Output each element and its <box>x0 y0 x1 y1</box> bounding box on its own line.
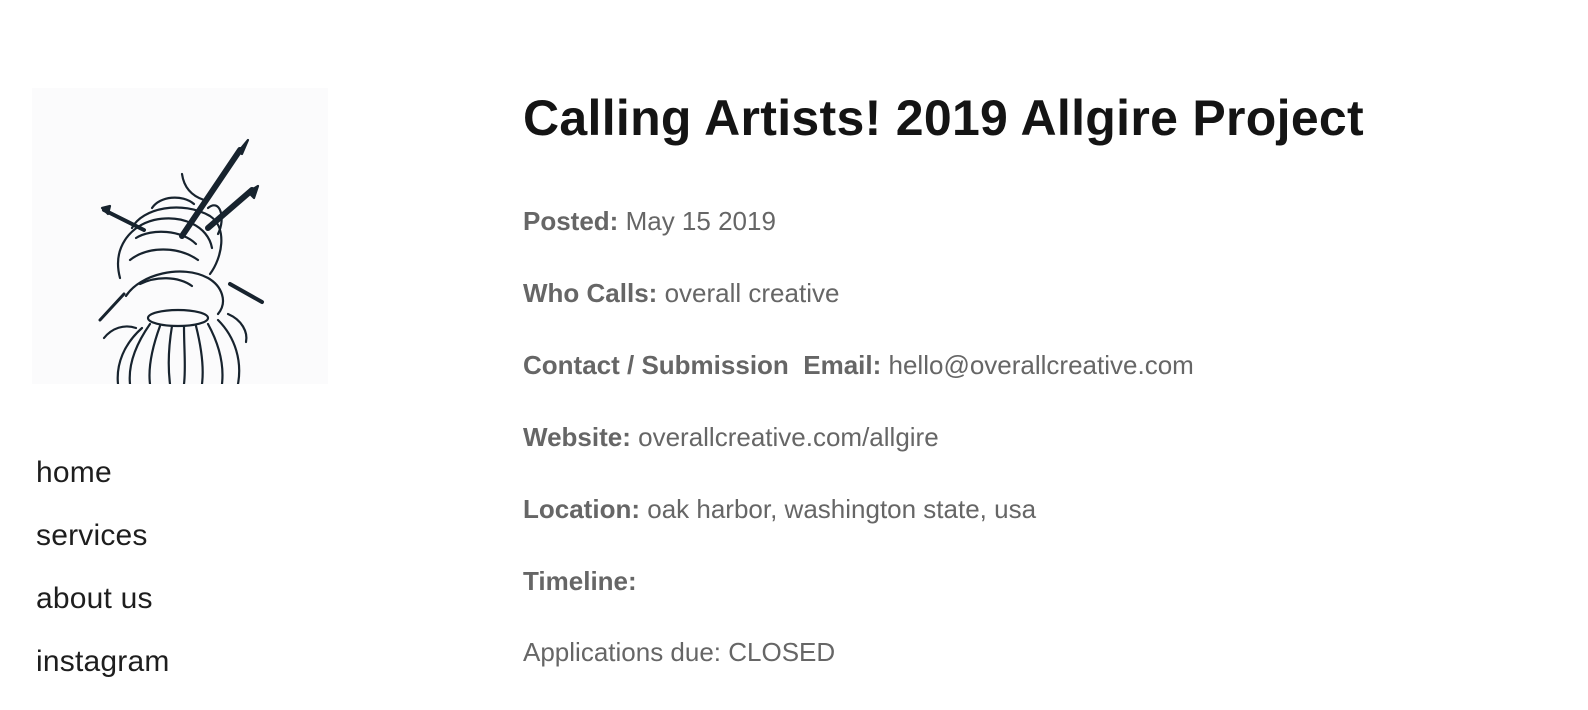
hair-bun-paintbrush-icon <box>98 138 264 384</box>
posted-value: May 15 2019 <box>625 206 776 236</box>
who-calls-value: overall creative <box>664 278 840 308</box>
who-calls-label: Who Calls: <box>523 278 658 308</box>
website-row: Website: overallcreative.com/allgire <box>523 420 939 454</box>
posted-label: Posted: <box>523 206 619 236</box>
nav-link-services[interactable]: services <box>36 519 148 552</box>
nav-link-instagram[interactable]: instagram <box>36 645 170 678</box>
posted-row: Posted: May 15 2019 <box>523 204 776 238</box>
nav-item-instagram: instagram <box>36 641 170 704</box>
applications-due-text: Applications due: CLOSED <box>523 637 836 667</box>
post-title: Calling Artists! 2019 Allgire Project <box>523 90 1364 146</box>
website-label: Website: <box>523 422 631 452</box>
contact-label: Contact / Submission Email: <box>523 350 882 380</box>
main-nav: home services about us instagram <box>36 452 170 704</box>
post-content: Calling Artists! 2019 Allgire Project Po… <box>523 86 1543 667</box>
timeline-row: Timeline: <box>523 564 637 598</box>
site-logo[interactable] <box>32 88 328 384</box>
location-row: Location: oak harbor, washington state, … <box>523 492 1036 526</box>
nav-link-about-us[interactable]: about us <box>36 582 153 615</box>
nav-item-about-us: about us <box>36 578 170 641</box>
contact-row: Contact / Submission Email: hello@overal… <box>523 348 1194 382</box>
nav-link-home[interactable]: home <box>36 456 112 489</box>
location-label: Location: <box>523 494 640 524</box>
website-link[interactable]: overallcreative.com/allgire <box>638 422 939 452</box>
nav-item-services: services <box>36 515 170 578</box>
nav-item-home: home <box>36 452 170 515</box>
location-value: oak harbor, washington state, usa <box>647 494 1037 524</box>
contact-email-link[interactable]: hello@overallcreative.com <box>889 350 1194 380</box>
who-calls-row: Who Calls: overall creative <box>523 276 839 310</box>
timeline-label: Timeline: <box>523 566 637 596</box>
